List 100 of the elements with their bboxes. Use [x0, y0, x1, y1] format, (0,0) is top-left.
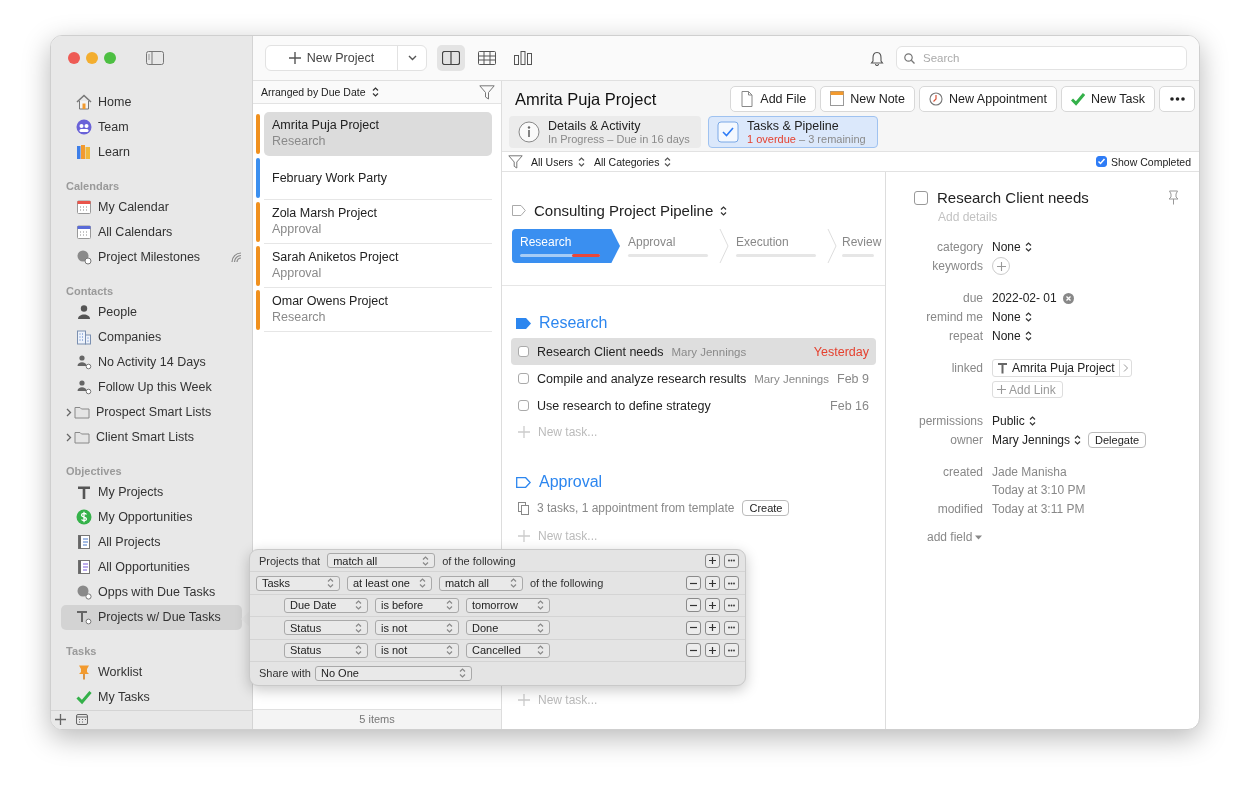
- pipeline-stage[interactable]: Approval: [620, 229, 728, 263]
- remove-button[interactable]: [686, 643, 701, 658]
- sidebar-item[interactable]: All Opportunities: [61, 554, 242, 580]
- pipeline-menu[interactable]: Consulting Project Pipeline: [534, 202, 729, 219]
- sidebar-item[interactable]: Worklist: [61, 659, 242, 685]
- sidebar-item[interactable]: Opps with Due Tasks: [61, 579, 242, 605]
- action-button[interactable]: Add File: [730, 86, 817, 112]
- rule-menu[interactable]: Tasks: [256, 575, 340, 591]
- value-menu[interactable]: Mary Jennings: [992, 431, 1083, 449]
- sidebar-item[interactable]: All Calendars: [61, 219, 242, 245]
- clear-icon[interactable]: [1062, 292, 1074, 304]
- action-button[interactable]: New Appointment: [919, 86, 1058, 112]
- sidebar-item[interactable]: My Projects: [61, 479, 242, 505]
- checkbox[interactable]: [914, 190, 928, 205]
- sidebar-item[interactable]: Prospect Smart Lists: [61, 399, 242, 425]
- rule-menu[interactable]: Cancelled: [466, 642, 550, 658]
- rule-menu[interactable]: Due Date: [284, 597, 368, 613]
- pipeline-stage[interactable]: Execution: [728, 229, 836, 263]
- task-row[interactable]: Research Client needs Mary Jennings Yesterday: [511, 338, 876, 365]
- section-title: Research: [539, 314, 608, 332]
- checkbox[interactable]: [518, 400, 529, 411]
- add-keyword-button[interactable]: [992, 257, 1010, 275]
- sidebar-item[interactable]: Learn: [61, 139, 242, 165]
- close-button[interactable]: [68, 51, 80, 64]
- tab[interactable]: Tasks & Pipeline 1 overdue – 3 remaining: [708, 116, 878, 148]
- filter-icon[interactable]: [479, 84, 495, 100]
- bell-icon[interactable]: [870, 50, 884, 66]
- action-button[interactable]: New Note: [820, 86, 916, 112]
- checkbox[interactable]: [1096, 156, 1108, 167]
- sidebar-toggle-icon[interactable]: [146, 50, 164, 65]
- sidebar-item[interactable]: No Activity 14 Days: [61, 349, 242, 375]
- checkbox[interactable]: [518, 373, 529, 384]
- filter-menu[interactable]: All Users: [531, 155, 586, 168]
- filter-icon[interactable]: [508, 154, 523, 169]
- value-menu[interactable]: None: [992, 327, 1033, 345]
- value-menu[interactable]: Public: [992, 412, 1037, 430]
- more-button[interactable]: [724, 598, 739, 613]
- rule-menu[interactable]: Done: [466, 620, 550, 636]
- more-button[interactable]: [724, 576, 739, 591]
- add-field-button[interactable]: add field: [927, 530, 983, 544]
- rule-menu[interactable]: is before: [375, 597, 459, 613]
- checkbox-label[interactable]: Show Completed: [1111, 155, 1191, 168]
- pipeline-stage[interactable]: Review: [836, 229, 882, 263]
- sidebar-item[interactable]: Follow Up this Week: [61, 374, 242, 400]
- add-button[interactable]: [705, 576, 720, 591]
- add-button[interactable]: [705, 620, 720, 635]
- add-icon[interactable]: [55, 714, 66, 726]
- sidebar-item[interactable]: Projects w/ Due Tasks: [61, 604, 242, 630]
- more-button[interactable]: [724, 643, 739, 658]
- tab[interactable]: Details & Activity In Progress – Due in 16 days: [509, 116, 701, 148]
- folder-icon: [74, 404, 90, 421]
- share-menu[interactable]: No One: [315, 665, 472, 681]
- details-field[interactable]: Add details: [938, 210, 1138, 224]
- sidebar-item[interactable]: My Calendar: [61, 194, 242, 220]
- checkbox[interactable]: [518, 346, 529, 357]
- task-row[interactable]: Compile and analyze research results Mary Jennings Feb 9: [511, 365, 876, 392]
- more-button[interactable]: [724, 620, 739, 635]
- sidebar-item[interactable]: People: [61, 299, 242, 325]
- view-button[interactable]: [437, 45, 465, 71]
- sidebar-item[interactable]: Home: [61, 89, 242, 115]
- action-button[interactable]: New Task: [1061, 86, 1155, 112]
- sidebar-item[interactable]: Team: [61, 114, 242, 140]
- new-project-button[interactable]: New Project: [265, 45, 427, 71]
- project-row[interactable]: February Work Party: [264, 156, 492, 200]
- remove-button[interactable]: [686, 576, 701, 591]
- sidebar-item[interactable]: All Projects: [61, 529, 242, 555]
- remove-button[interactable]: [686, 620, 701, 635]
- search-field[interactable]: Search: [896, 46, 1187, 70]
- delegate-button[interactable]: Delegate: [1088, 432, 1147, 448]
- filter-menu[interactable]: All Categories: [594, 155, 673, 168]
- sidebar-item[interactable]: My Tasks: [61, 684, 242, 710]
- task-title: Use research to define strategy: [537, 398, 711, 413]
- rule-menu[interactable]: match all: [438, 575, 523, 591]
- rule-menu[interactable]: is not: [375, 642, 459, 658]
- sidebar-item[interactable]: Project Milestones: [61, 244, 242, 270]
- value-menu[interactable]: None: [992, 238, 1033, 256]
- add-button[interactable]: [705, 643, 720, 658]
- rule-menu[interactable]: Status: [284, 620, 368, 636]
- pushpin-icon[interactable]: [1168, 190, 1179, 205]
- remove-button[interactable]: [686, 598, 701, 613]
- rule-menu[interactable]: at least one: [347, 575, 432, 591]
- calendar-icon[interactable]: [76, 714, 88, 726]
- rule-menu[interactable]: Status: [284, 642, 368, 658]
- value-menu[interactable]: None: [992, 308, 1033, 326]
- create-button[interactable]: Create: [742, 500, 790, 516]
- project-row[interactable]: Amrita Puja Project Research: [264, 112, 492, 156]
- rule-menu[interactable]: match all: [327, 553, 436, 569]
- add-button[interactable]: [705, 553, 720, 568]
- sidebar-item[interactable]: Client Smart Lists: [61, 424, 242, 450]
- rule-menu[interactable]: tomorrow: [466, 597, 550, 613]
- task-row[interactable]: Use research to define strategy Feb 16: [511, 392, 876, 419]
- rule-menu[interactable]: is not: [375, 620, 459, 636]
- project-row[interactable]: Omar Owens Project Research: [264, 288, 492, 332]
- more-button[interactable]: [724, 553, 739, 568]
- sidebar-item[interactable]: My Opportunities: [61, 504, 242, 530]
- sidebar-item[interactable]: Companies: [61, 324, 242, 350]
- project-row[interactable]: Zola Marsh Project Approval: [264, 200, 492, 244]
- project-row[interactable]: Sarah Aniketos Project Approval: [264, 244, 492, 288]
- linked-project[interactable]: Amrita Puja Project: [992, 359, 1132, 377]
- add-button[interactable]: [705, 598, 720, 613]
